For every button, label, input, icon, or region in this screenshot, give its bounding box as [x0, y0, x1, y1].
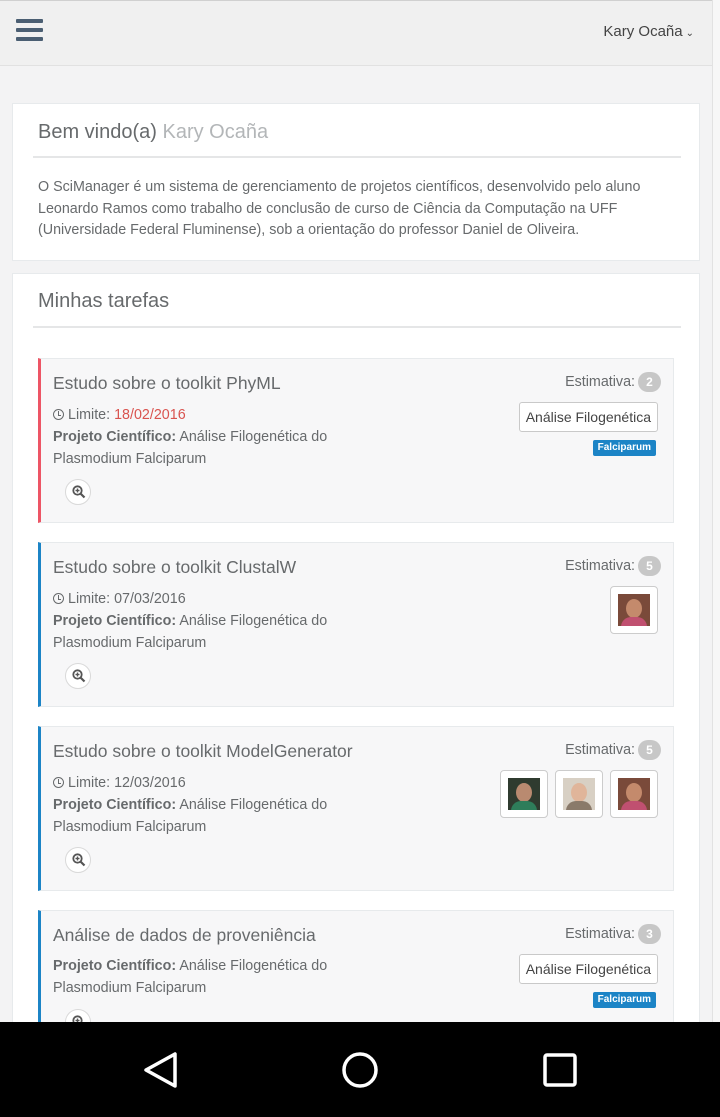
task-title[interactable]: Estudo sobre o toolkit PhyML: [53, 373, 281, 394]
welcome-description: O SciManager é um sistema de gerenciamen…: [38, 179, 641, 238]
deadline-date: 18/02/2016: [114, 407, 186, 423]
user-dropdown[interactable]: Kary Ocaña ⌄: [603, 23, 694, 40]
task-title[interactable]: Estudo sobre o toolkit ModelGenerator: [53, 741, 353, 762]
android-navigation-bar: [0, 1022, 720, 1117]
recents-square-icon[interactable]: [540, 1050, 580, 1090]
avatar[interactable]: [500, 770, 548, 818]
clock-icon: [53, 777, 64, 788]
task-deadline: Limite: 12/03/2016: [53, 775, 186, 791]
back-triangle-icon[interactable]: [142, 1050, 182, 1090]
task-project: Projeto Científico: Análise Filogenética…: [53, 613, 328, 651]
task-deadline: Limite: 18/02/2016: [53, 407, 186, 423]
tasks-title: Minhas tarefas: [38, 290, 170, 312]
user-name: Kary Ocaña: [603, 23, 683, 40]
task-estimate: Estimativa: 5: [565, 556, 661, 576]
estimate-badge: 5: [638, 556, 661, 576]
divider: [33, 326, 681, 328]
scrollbar[interactable]: [712, 0, 720, 1022]
project-tag-label: Falciparum: [592, 440, 656, 456]
zoom-in-button[interactable]: [65, 479, 91, 505]
zoom-in-icon: [72, 853, 86, 867]
project-tag-button[interactable]: Análise Filogenética: [518, 954, 658, 984]
estimate-badge: 5: [638, 740, 661, 760]
estimate-badge: 2: [638, 372, 661, 392]
hamburger-menu-icon[interactable]: [16, 19, 44, 43]
task-estimate: Estimativa: 2: [565, 372, 661, 392]
project-tag-label: Falciparum: [592, 992, 656, 1008]
estimate-badge: 3: [638, 924, 661, 944]
avatar[interactable]: [610, 770, 658, 818]
task-project: Projeto Científico: Análise Filogenética…: [53, 429, 328, 467]
avatar[interactable]: [610, 586, 658, 634]
avatar[interactable]: [555, 770, 603, 818]
task-card[interactable]: Estudo sobre o toolkit PhyML Limite: 18/…: [38, 358, 674, 523]
zoom-in-icon: [72, 485, 86, 499]
welcome-panel: Bem vindo(a) Kary Ocaña O SciManager é u…: [12, 103, 700, 261]
tasks-panel: Minhas tarefas Estudo sobre o toolkit Ph…: [12, 273, 700, 1075]
zoom-in-button[interactable]: [65, 663, 91, 689]
clock-icon: [53, 593, 64, 604]
task-deadline: Limite: 07/03/2016: [53, 591, 186, 607]
home-circle-icon[interactable]: [340, 1050, 380, 1090]
task-title[interactable]: Análise de dados de proveniência: [53, 925, 316, 946]
chevron-down-icon: ⌄: [685, 28, 694, 39]
deadline-date: 12/03/2016: [114, 775, 186, 791]
task-card[interactable]: Estudo sobre o toolkit ModelGenerator Li…: [38, 726, 674, 891]
zoom-in-button[interactable]: [65, 847, 91, 873]
task-project: Projeto Científico: Análise Filogenética…: [53, 958, 328, 996]
project-tag-button[interactable]: Análise Filogenética: [518, 402, 658, 432]
task-estimate: Estimativa: 5: [565, 740, 661, 760]
deadline-date: 07/03/2016: [114, 591, 186, 607]
top-navbar: Kary Ocaña ⌄: [0, 0, 712, 66]
zoom-in-icon: [72, 669, 86, 683]
clock-icon: [53, 409, 64, 420]
task-title[interactable]: Estudo sobre o toolkit ClustalW: [53, 557, 296, 578]
welcome-user-name: Kary Ocaña: [162, 121, 269, 143]
task-project: Projeto Científico: Análise Filogenética…: [53, 797, 328, 835]
task-estimate: Estimativa: 3: [565, 924, 661, 944]
welcome-title: Bem vindo(a) Kary Ocaña: [38, 121, 269, 143]
divider: [33, 156, 681, 158]
task-card[interactable]: Estudo sobre o toolkit ClustalW Limite: …: [38, 542, 674, 707]
